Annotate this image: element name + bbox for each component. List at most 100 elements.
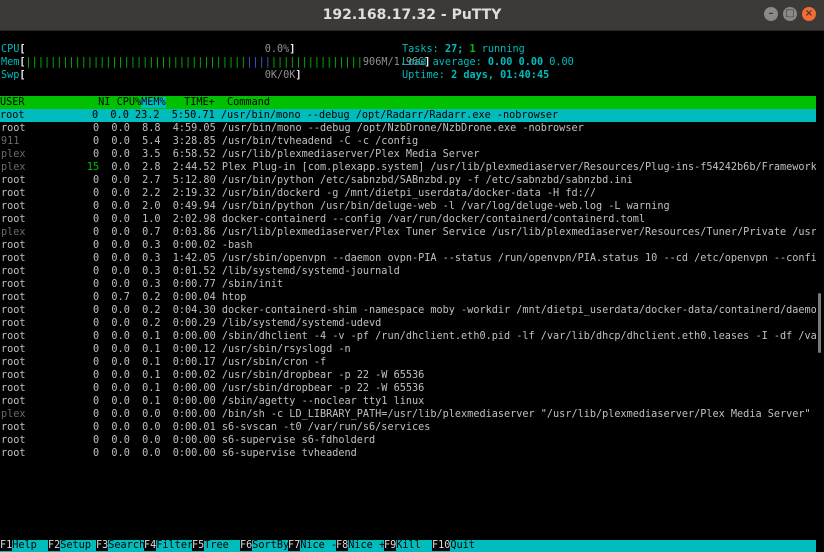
cell-time: 3:28.85 [160, 136, 216, 147]
table-row[interactable]: root 0 0.0 2.2 2:19.32 /usr/bin/dockerd … [1, 187, 596, 200]
cell-mem: 0.0 [129, 409, 161, 420]
fkey-sortby-button[interactable]: F6SortBy [240, 540, 289, 552]
table-row[interactable]: root 0 0.0 0.1 0:00.02 /usr/sbin/dropbea… [1, 369, 424, 382]
table-row[interactable]: root 0 0.0 0.1 0:00.00 /sbin/agetty --no… [1, 395, 424, 408]
fkey-label: Kill [396, 540, 421, 551]
load-1: 0.00 [487, 57, 513, 68]
table-row[interactable]: plex 0 0.0 0.0 0:00.00 /bin/sh -c LD_LIB… [1, 408, 811, 421]
cell-cpu: 0.0 [99, 344, 130, 355]
close-icon[interactable]: × [802, 7, 816, 21]
swp-value: 0K/0K [264, 70, 296, 81]
process-table-header[interactable]: USER NI CPU%MEM% TIME+ Command [0, 96, 816, 109]
cell-ni: 0 [50, 175, 100, 186]
scrollbar-thumb[interactable] [818, 293, 821, 353]
fkey-nice-button[interactable]: F8Nice + [336, 540, 385, 552]
cell-time: 4:59.05 [160, 123, 216, 134]
table-row[interactable]: root 0 0.0 0.0 0:00.01 s6-svscan -t0 /va… [1, 421, 430, 434]
table-row[interactable]: root 0 0.0 0.1 0:00.12 /usr/sbin/rsyslog… [1, 343, 351, 356]
table-row[interactable]: root 0 0.0 0.3 0:00.02 -bash [1, 239, 253, 252]
fkey-nice-button[interactable]: F7Nice - [288, 540, 337, 552]
cell-user: root [1, 123, 51, 134]
cell-time: 0:01.52 [160, 266, 216, 277]
cell-mem: 0.1 [129, 383, 161, 394]
fkey-key: F8 [336, 540, 349, 551]
cell-mem: 0.1 [129, 344, 161, 355]
cell-ni: 0 [50, 409, 100, 420]
tasks-meter: Tasks: 27; 1 running [402, 44, 525, 55]
mem-bar-used: |||||||||||||||||||||||||||||||||||| [25, 57, 247, 68]
tasks-value: 27; [444, 44, 464, 55]
mem-label: Mem [1, 57, 20, 68]
load-meter: Load average: 0.00 0.00 0.00 [402, 57, 574, 68]
cell-mem: 0.0 [129, 435, 161, 446]
table-row[interactable]: root 0 0.0 0.3 0:01.52 /lib/systemd/syst… [1, 265, 400, 278]
col-command[interactable]: Command [227, 97, 270, 108]
table-row[interactable]: root 0 0.0 8.8 4:59.05 /usr/bin/mono --d… [1, 122, 584, 135]
cell-user: root [0, 110, 50, 121]
terminal-area[interactable]: CPU[ 0.0%] Mem[|||||||||||||||||||||||||… [0, 31, 816, 552]
cell-user: root [1, 188, 51, 199]
cell-user: root [1, 435, 51, 446]
cell-ni: 0 [49, 110, 99, 121]
table-row[interactable]: root 0 0.0 0.2 0:00.29 /lib/systemd/syst… [1, 317, 381, 330]
cell-user: root [1, 448, 51, 459]
fkey-tree-button[interactable]: F5Tree [192, 540, 229, 552]
table-row[interactable]: root 0 0.0 1.0 2:02.98 docker-containerd… [1, 213, 645, 226]
col-mem[interactable]: MEM% [141, 97, 166, 108]
table-row[interactable]: root 0 0.0 0.1 0:00.17 /usr/sbin/cron -f [1, 356, 326, 369]
cell-time: 1:42.05 [160, 253, 216, 264]
cell-command: /usr/lib/plexmediaserver/Plex Tuner Serv… [221, 227, 816, 238]
table-row[interactable]: root 0 0.0 23.2 5:50.71 /usr/bin/mono --… [0, 109, 816, 122]
cell-mem: 2.0 [129, 201, 161, 212]
cell-command: s6-supervise tvheadend [221, 448, 357, 459]
cell-user: root [1, 240, 51, 251]
table-row[interactable]: root 0 0.0 0.0 0:00.00 s6-supervise s6-f… [1, 434, 375, 447]
cpu-label: CPU [1, 44, 20, 55]
table-row[interactable]: plex 0 0.0 3.5 6:58.52 /usr/lib/plexmedi… [1, 148, 479, 161]
table-row[interactable]: plex 0 0.0 0.7 0:03.86 /usr/lib/plexmedi… [1, 226, 816, 239]
cell-ni: 0 [50, 227, 100, 238]
cell-time: 0:00.00 [160, 448, 216, 459]
table-row[interactable]: root 0 0.7 0.2 0:00.04 htop [1, 291, 246, 304]
fkey-setup-button[interactable]: F2Setup [48, 540, 91, 552]
cell-command: /usr/sbin/dropbear -p 22 -W 65536 [221, 370, 425, 381]
cell-mem: 5.4 [129, 136, 161, 147]
col-time[interactable]: TIME+ [184, 97, 215, 108]
table-row[interactable]: plex 15 0.0 2.8 2:44.52 Plex Plug-in [co… [1, 161, 816, 174]
col-cpu[interactable]: CPU% [117, 97, 142, 108]
cell-cpu: 0.0 [99, 266, 130, 277]
table-row[interactable]: 911 0 0.0 5.4 3:28.85 /usr/bin/tvheadend… [1, 135, 418, 148]
cell-time: 0:00.04 [160, 292, 216, 303]
fkey-kill-button[interactable]: F9Kill [384, 540, 421, 552]
fkey-label: Help [12, 540, 37, 551]
fkey-quit-button[interactable]: F10Quit [432, 540, 475, 552]
fkey-search-button[interactable]: F3Search [96, 540, 145, 552]
table-row[interactable]: root 0 0.0 0.1 0:00.00 /usr/sbin/dropbea… [1, 382, 424, 395]
table-row[interactable]: root 0 0.0 2.7 5:12.80 /usr/bin/python /… [1, 174, 633, 187]
cell-command: /usr/sbin/openvpn --daemon ovpn-PIA --st… [221, 253, 816, 264]
cell-cpu: 0.0 [99, 149, 130, 160]
col-ni[interactable]: NI [98, 97, 110, 108]
cell-ni: 0 [50, 422, 100, 433]
col-user[interactable]: USER [0, 97, 25, 108]
table-row[interactable]: root 0 0.0 0.3 0:00.77 /sbin/init [1, 278, 283, 291]
cell-user: 911 [1, 136, 51, 147]
fkey-filter-button[interactable]: F4Filter [144, 540, 193, 552]
uptime-value: 2 days, 01:40:45 [451, 70, 550, 81]
table-row[interactable]: root 0 0.0 0.2 0:04.30 docker-containerd… [1, 304, 816, 317]
cell-time: 0:00.02 [160, 240, 216, 251]
fkey-help-button[interactable]: F1Help [0, 540, 37, 552]
window-titlebar: 192.168.17.32 - PuTTY – □ × [0, 0, 824, 31]
cell-mem: 0.1 [129, 396, 161, 407]
table-row[interactable]: root 0 0.0 2.0 0:49.94 /usr/bin/python /… [1, 200, 670, 213]
minimize-icon[interactable]: – [764, 7, 778, 21]
maximize-icon[interactable]: □ [783, 7, 797, 21]
cell-ni: 0 [50, 253, 100, 264]
table-row[interactable]: root 0 0.0 0.3 1:42.05 /usr/sbin/openvpn… [1, 252, 816, 265]
cell-ni: 0 [50, 214, 100, 225]
table-row[interactable]: root 0 0.0 0.0 0:00.00 s6-supervise tvhe… [1, 447, 357, 460]
fkey-label: Filter [156, 540, 194, 551]
cell-command: /bin/sh -c LD_LIBRARY_PATH=/usr/lib/plex… [221, 409, 811, 420]
scrollbar[interactable] [816, 31, 824, 552]
table-row[interactable]: root 0 0.0 0.1 0:00.00 /sbin/dhclient -4… [1, 330, 816, 343]
